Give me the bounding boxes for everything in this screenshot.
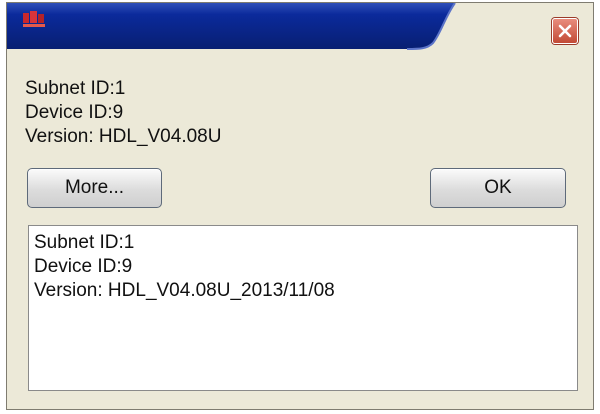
details-device-line: Device ID:9 (34, 256, 133, 277)
ok-button[interactable]: OK (430, 168, 566, 208)
version-label: Version: HDL_V04.08U (25, 126, 222, 147)
title-bar[interactable] (7, 3, 593, 53)
close-icon (558, 24, 572, 38)
details-subnet-line: Subnet ID:1 (34, 232, 135, 253)
device-info: Subnet ID:1 Device ID:9 Version: HDL_V04… (25, 77, 221, 149)
dialog-window: Subnet ID:1 Device ID:9 Version: HDL_V04… (6, 2, 594, 410)
app-icon (21, 11, 47, 29)
details-textarea[interactable]: Subnet ID:1 Device ID:9 Version: HDL_V04… (28, 225, 578, 391)
close-button[interactable] (552, 18, 578, 44)
more-button[interactable]: More... (27, 168, 162, 208)
details-version-line: Version: HDL_V04.08U_2013/11/08 (34, 280, 335, 301)
subnet-id-label: Subnet ID:1 (25, 78, 126, 99)
device-id-label: Device ID:9 (25, 102, 124, 123)
